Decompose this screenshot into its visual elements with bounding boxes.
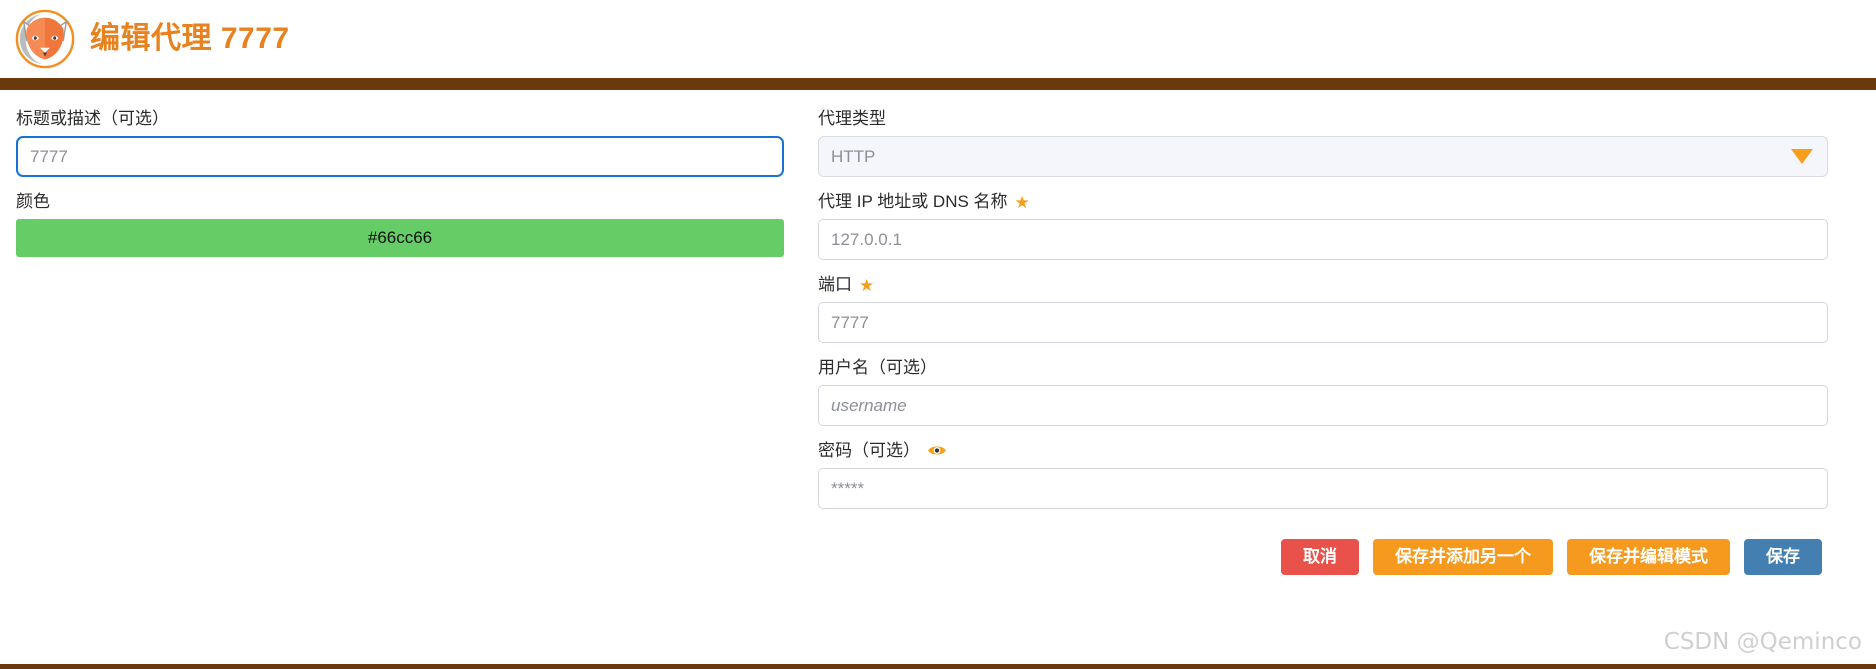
title-field-group: 标题或描述（可选） 7777 [16, 108, 784, 178]
bottom-divider [0, 664, 1876, 669]
chevron-down-icon [1791, 149, 1813, 165]
page-header: 编辑代理 7777 [0, 0, 1876, 78]
port-label: 端口 ★ [818, 274, 1828, 296]
port-field-group: 端口 ★ 7777 [818, 274, 1828, 344]
host-field-group: 代理 IP 地址或 DNS 名称 ★ 127.0.0.1 [818, 191, 1828, 261]
cancel-button[interactable]: 取消 [1281, 539, 1359, 576]
star-icon: ★ [859, 275, 875, 295]
port-input[interactable]: 7777 [818, 302, 1828, 344]
proxy-type-value: HTTP [831, 146, 876, 166]
password-label-text: 密码（可选） [818, 441, 920, 461]
color-field-group: 颜色 #66cc66 [16, 191, 784, 258]
host-label: 代理 IP 地址或 DNS 名称 ★ [818, 191, 1828, 213]
star-icon: ★ [1014, 192, 1030, 212]
page-title: 编辑代理 7777 [90, 22, 290, 55]
header-divider [0, 78, 1876, 90]
proxy-type-field-group: 代理类型 HTTP [818, 108, 1828, 178]
title-input[interactable]: 7777 [16, 136, 784, 178]
username-label: 用户名（可选） [818, 358, 937, 378]
eye-icon-svg [928, 446, 946, 455]
host-input[interactable]: 127.0.0.1 [818, 219, 1828, 261]
save-and-add-another-button[interactable]: 保存并添加另一个 [1373, 539, 1553, 576]
color-label: 颜色 [16, 192, 50, 212]
username-field-group: 用户名（可选） username [818, 357, 1828, 427]
proxy-edit-form: 标题或描述（可选） 7777 颜色 #66cc66 代理类型 HTTP 代理 I… [0, 90, 1876, 576]
title-label: 标题或描述（可选） [16, 109, 169, 128]
form-right-column: 代理类型 HTTP 代理 IP 地址或 DNS 名称 ★ 127.0.0.1 端… [818, 108, 1828, 576]
host-label-text: 代理 IP 地址或 DNS 名称 [818, 192, 1008, 212]
form-left-column: 标题或描述（可选） 7777 颜色 #66cc66 [16, 108, 784, 271]
port-label-text: 端口 [818, 275, 852, 295]
username-input[interactable]: username [818, 385, 1828, 427]
proxy-type-label: 代理类型 [818, 109, 886, 128]
eye-icon[interactable] [927, 442, 947, 460]
password-input[interactable]: ***** [818, 468, 1828, 510]
password-field-group: 密码（可选） ***** [818, 440, 1828, 510]
csdn-watermark: CSDN @Qeminco [1663, 629, 1862, 655]
password-label: 密码（可选） [818, 440, 1828, 462]
proxy-type-select[interactable]: HTTP [818, 136, 1828, 178]
form-actions: 取消 保存并添加另一个 保存并编辑模式 保存 [818, 539, 1828, 576]
color-swatch-button[interactable]: #66cc66 [16, 219, 784, 258]
save-and-edit-patterns-button[interactable]: 保存并编辑模式 [1567, 539, 1730, 576]
foxyproxy-fox-logo-icon [15, 9, 75, 69]
save-button[interactable]: 保存 [1744, 539, 1822, 576]
